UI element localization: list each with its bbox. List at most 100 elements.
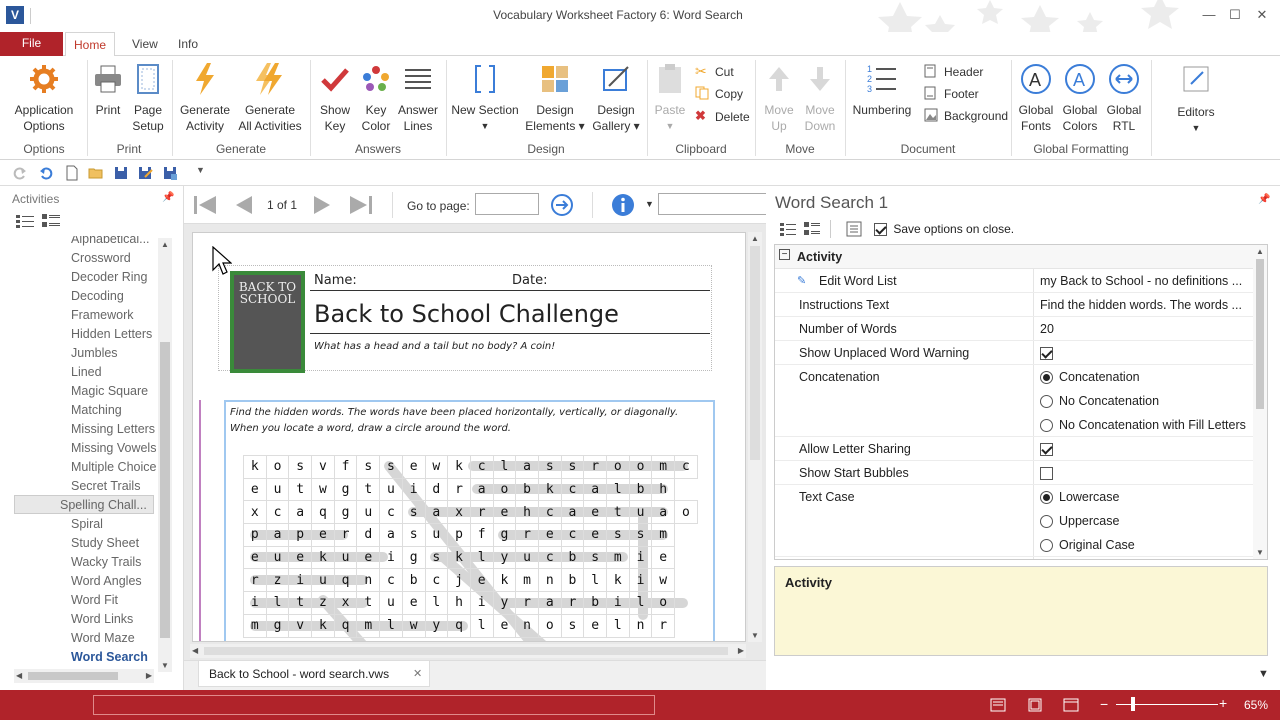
unplaced-warning-checkbox[interactable] — [1040, 347, 1053, 361]
pin-icon[interactable]: 📌 — [1258, 194, 1270, 205]
web-view-icon[interactable] — [1063, 698, 1079, 712]
save-options-checkbox[interactable]: Save options on close. — [874, 222, 1014, 237]
property-row-edit-word-list[interactable]: ✎ Edit Word List my Back to School - no … — [775, 269, 1261, 293]
scroll-up-arrow-icon[interactable]: ▲ — [161, 240, 169, 249]
answer-lines-button[interactable]: Answer Lines — [396, 60, 440, 134]
scroll-right-arrow-icon[interactable]: ▶ — [738, 646, 744, 655]
page-view-icon[interactable] — [1027, 698, 1043, 712]
activity-item[interactable]: Matching — [71, 401, 122, 420]
tab-info[interactable]: Info — [170, 32, 206, 56]
activities-horizontal-scrollbar[interactable]: ◀ ▶ — [14, 669, 154, 683]
scrollbar-thumb[interactable] — [1256, 259, 1264, 409]
property-row-text-case[interactable]: Text Case Lowercase Uppercase Original C… — [775, 485, 1261, 557]
save-options-check[interactable] — [874, 223, 887, 237]
next-page-icon[interactable] — [312, 194, 332, 216]
save-all-icon[interactable] — [162, 165, 178, 181]
activity-item[interactable]: Multiple Choice — [71, 458, 156, 477]
categorized-view-icon[interactable] — [780, 222, 796, 236]
activity-item[interactable]: Lined — [71, 363, 102, 382]
print-button[interactable]: Print — [90, 60, 126, 118]
tab-view[interactable]: View — [124, 32, 166, 56]
save-as-icon[interactable] — [137, 165, 153, 181]
property-row-unplaced-warning[interactable]: Show Unplaced Word Warning — [775, 341, 1261, 365]
info-dropdown-chevron-icon[interactable]: ▼ — [645, 199, 654, 209]
scrollbar-thumb[interactable] — [160, 342, 170, 638]
activity-item[interactable]: Decoder Ring — [71, 268, 147, 287]
background-button[interactable]: Background — [924, 106, 1008, 126]
undo-icon[interactable] — [38, 165, 54, 181]
header-button[interactable]: Header — [924, 62, 983, 82]
single-page-view-icon[interactable] — [990, 698, 1006, 712]
scroll-left-arrow-icon[interactable]: ◀ — [16, 671, 22, 680]
scroll-down-arrow-icon[interactable]: ▼ — [161, 661, 169, 670]
activity-item[interactable]: Hidden Letters — [71, 325, 152, 344]
scroll-up-arrow-icon[interactable]: ▲ — [1256, 247, 1264, 256]
save-icon[interactable] — [113, 165, 129, 181]
info-icon[interactable] — [611, 193, 635, 217]
property-row-start-bubbles[interactable]: Show Start Bubbles — [775, 461, 1261, 485]
global-fonts-button[interactable]: A Global Fonts — [1014, 60, 1058, 134]
zoom-slider-thumb[interactable] — [1131, 697, 1135, 711]
radio-button[interactable] — [1040, 419, 1053, 433]
property-value[interactable]: 20 — [1040, 322, 1254, 336]
no-concatenation-radio[interactable]: No Concatenation — [1040, 394, 1159, 409]
pin-icon[interactable]: 📌 — [162, 192, 174, 203]
activity-item[interactable]: Framework — [71, 306, 134, 325]
application-options-button[interactable]: Application Options — [8, 60, 80, 134]
show-key-button[interactable]: Show Key — [316, 60, 354, 134]
activity-item[interactable]: Missing Letters — [71, 420, 155, 439]
scroll-up-arrow-icon[interactable]: ▲ — [751, 234, 759, 243]
cut-button[interactable]: ✂ Cut — [695, 62, 734, 82]
copy-button[interactable]: Copy — [695, 84, 743, 104]
move-up-button[interactable]: Move Up — [760, 60, 798, 134]
redo-icon[interactable] — [12, 165, 28, 181]
activity-item[interactable]: Word Angles — [71, 572, 142, 591]
activity-item-selected[interactable]: Spelling Chall... — [14, 495, 154, 514]
radio-button[interactable] — [1040, 371, 1053, 385]
maximize-button[interactable]: ☐ — [1227, 7, 1243, 23]
uppercase-radio[interactable]: Uppercase — [1040, 514, 1119, 529]
generate-activity-button[interactable]: Generate Activity — [176, 60, 234, 134]
new-document-icon[interactable] — [64, 165, 80, 181]
alphabetical-view-icon[interactable] — [804, 222, 820, 236]
design-elements-button[interactable]: Design Elements ▾ — [524, 60, 586, 134]
detail-view-icon[interactable] — [42, 214, 60, 228]
last-page-icon[interactable] — [348, 194, 374, 216]
radio-button[interactable] — [1040, 539, 1053, 553]
activities-vertical-scrollbar[interactable]: ▲ ▼ — [158, 238, 172, 672]
activity-item[interactable]: Secret Trails — [71, 477, 140, 496]
property-row-letter-sharing[interactable]: Allow Letter Sharing — [775, 437, 1261, 461]
activity-item[interactable]: Magic Square — [71, 382, 148, 401]
property-row-number-of-words[interactable]: Number of Words 20 — [775, 317, 1261, 341]
document-tab[interactable]: Back to School - word search.vws ✕ — [198, 661, 430, 687]
property-row-instructions-text[interactable]: Instructions Text Find the hidden words.… — [775, 293, 1261, 317]
lowercase-radio[interactable]: Lowercase — [1040, 490, 1119, 505]
previous-page-icon[interactable] — [234, 194, 254, 216]
page-setup-button[interactable]: Page Setup — [128, 60, 168, 134]
property-category-header[interactable]: − Activity — [775, 245, 1267, 269]
numbering-button[interactable]: 123 Numbering — [850, 60, 914, 118]
new-section-button[interactable]: New Section ▼ — [450, 60, 520, 134]
scrollbar-thumb[interactable] — [204, 647, 728, 655]
no-concatenation-fill-radio[interactable]: No Concatenation with Fill Letters — [1040, 418, 1246, 433]
tab-home[interactable]: Home — [65, 32, 116, 57]
activity-item[interactable]: Word Maze — [71, 629, 135, 648]
activity-item[interactable]: Missing Vowels — [71, 439, 156, 458]
activity-item[interactable]: Jumbles — [71, 344, 118, 363]
activity-item[interactable]: Decoding — [71, 287, 124, 306]
collapse-icon[interactable]: − — [779, 249, 790, 260]
go-arrow-icon[interactable] — [550, 193, 574, 217]
footer-button[interactable]: Footer — [924, 84, 979, 104]
customize-toolbar-chevron-icon[interactable]: ▼ — [196, 165, 205, 175]
close-tab-icon[interactable]: ✕ — [413, 667, 422, 680]
list-view-icon[interactable] — [16, 214, 34, 228]
tab-file[interactable]: File — [0, 32, 63, 56]
letter-sharing-checkbox[interactable] — [1040, 443, 1053, 457]
activity-item[interactable]: Study Sheet — [71, 534, 139, 553]
radio-button[interactable] — [1040, 491, 1053, 505]
panel-dropdown-chevron-icon[interactable]: ▼ — [1258, 668, 1269, 680]
property-grid-scrollbar[interactable]: ▲ ▼ — [1253, 245, 1267, 559]
open-folder-icon[interactable] — [88, 165, 104, 181]
first-page-icon[interactable] — [192, 194, 218, 216]
goto-page-input[interactable] — [475, 193, 539, 215]
